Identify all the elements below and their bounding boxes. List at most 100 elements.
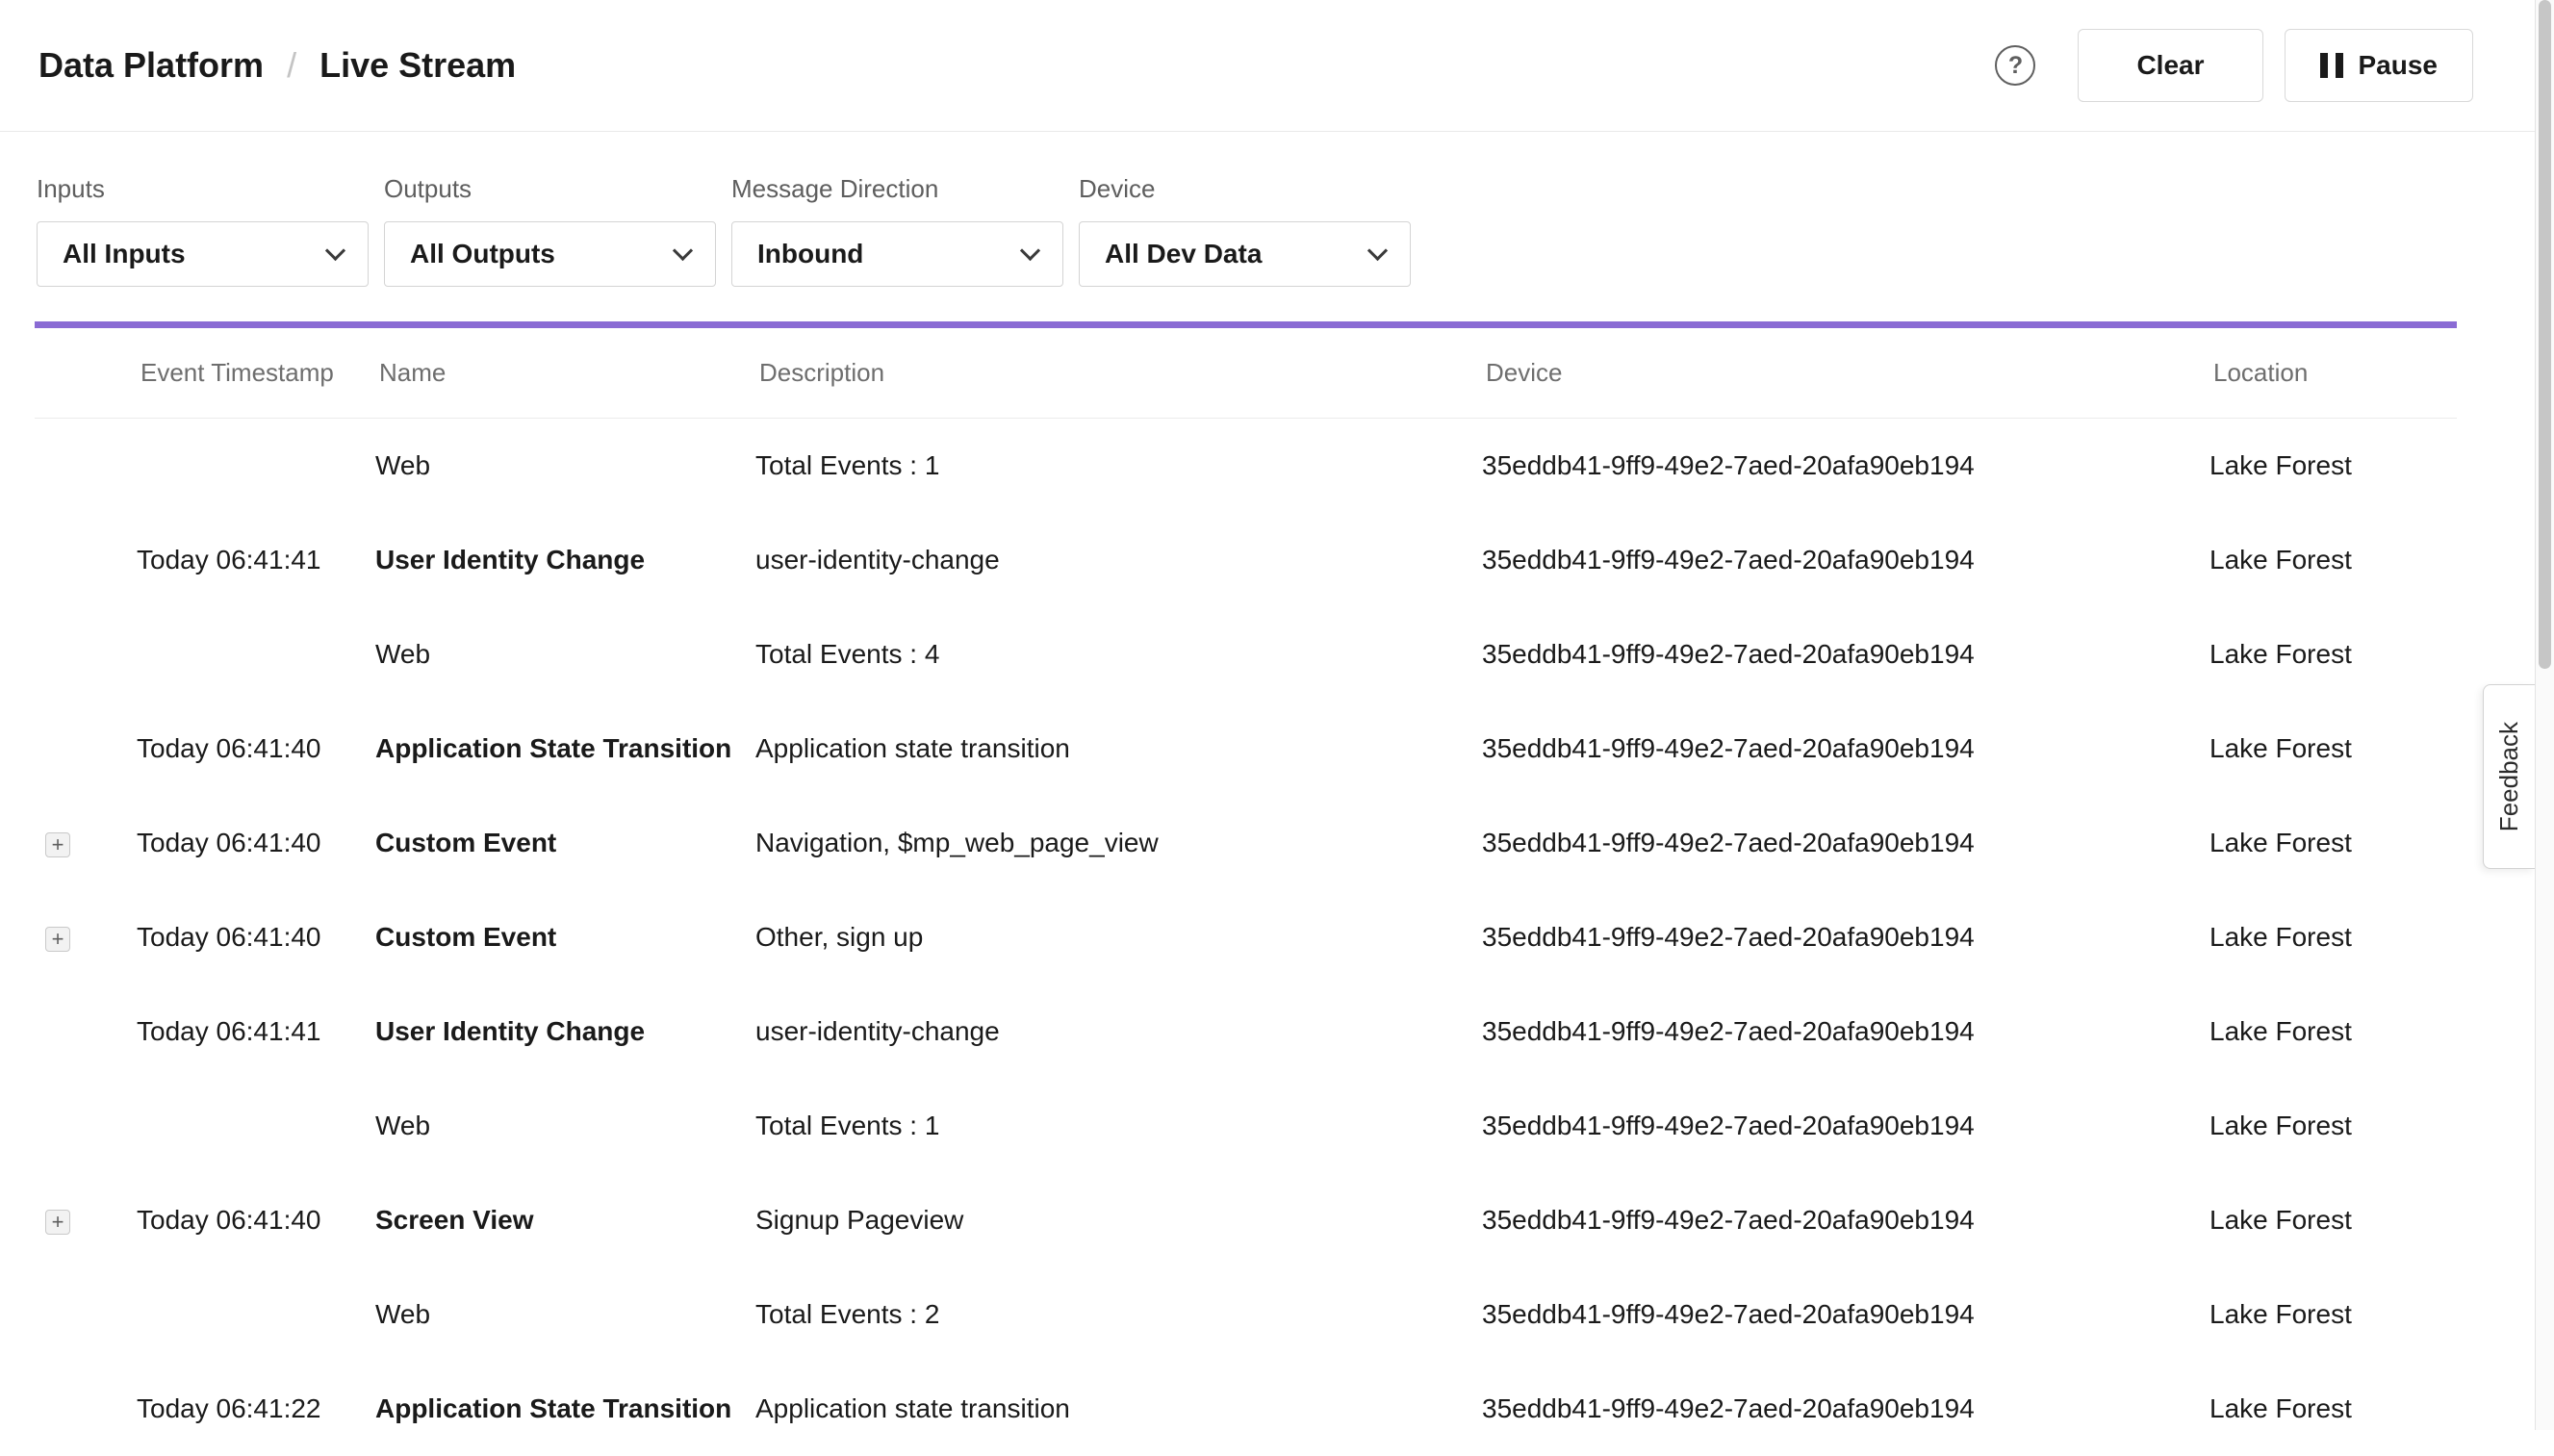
event-device: 35eddb41-9ff9-49e2-7aed-20afa90eb194 [1482,545,2209,575]
expand-cell [35,1299,137,1331]
chevron-down-icon [673,240,693,260]
event-location: Lake Forest [2209,1016,2457,1047]
table-row[interactable]: Web Total Events : 2 35eddb41-9ff9-49e2-… [35,1267,2457,1362]
event-device: 35eddb41-9ff9-49e2-7aed-20afa90eb194 [1482,1111,2209,1141]
table-row[interactable]: Today 06:41:41 User Identity Change user… [35,513,2457,607]
event-device: 35eddb41-9ff9-49e2-7aed-20afa90eb194 [1482,922,2209,953]
feedback-tab-label: Feedback [2494,722,2524,831]
expand-cell [35,450,137,482]
table-row[interactable]: Web Total Events : 1 35eddb41-9ff9-49e2-… [35,419,2457,513]
filter-outputs-label: Outputs [384,174,716,204]
event-timestamp: Today 06:41:40 [137,733,375,764]
table-row[interactable]: Web Total Events : 4 35eddb41-9ff9-49e2-… [35,607,2457,702]
table-row[interactable]: + Today 06:41:40 Screen View Signup Page… [35,1173,2457,1267]
help-icon-glyph: ? [2008,52,2023,80]
event-description: Application state transition [755,733,1482,764]
inputs-dropdown[interactable]: All Inputs [37,221,369,287]
event-description: Application state transition [755,1393,1482,1424]
expand-icon[interactable]: + [45,1210,70,1235]
event-timestamp: Today 06:41:22 [137,1393,375,1424]
expand-cell: + [35,922,137,953]
column-device: Device [1482,358,2209,388]
scrollbar-track[interactable] [2535,0,2554,1430]
event-description: Total Events : 4 [755,639,1482,670]
event-location: Lake Forest [2209,545,2457,575]
message-direction-dropdown[interactable]: Inbound [731,221,1063,287]
event-device: 35eddb41-9ff9-49e2-7aed-20afa90eb194 [1482,1299,2209,1330]
outputs-dropdown-value: All Outputs [410,239,555,269]
event-location: Lake Forest [2209,828,2457,858]
expand-cell [35,1016,137,1048]
table-row[interactable]: Today 06:41:41 User Identity Change user… [35,984,2457,1079]
filter-outputs: Outputs All Outputs [384,174,716,287]
scrollbar-thumb[interactable] [2539,0,2551,669]
expand-cell [35,545,137,576]
event-location: Lake Forest [2209,922,2457,953]
breadcrumb-separator: / [287,45,296,86]
column-description: Description [755,358,1482,388]
event-name: Application State Transition [375,1393,755,1424]
event-device: 35eddb41-9ff9-49e2-7aed-20afa90eb194 [1482,1016,2209,1047]
event-name: Custom Event [375,828,755,858]
event-name: Screen View [375,1205,755,1236]
event-timestamp: Today 06:41:40 [137,828,375,858]
expand-cell: + [35,828,137,858]
event-timestamp: Today 06:41:41 [137,545,375,575]
event-description: Other, sign up [755,922,1482,953]
expand-cell [35,733,137,765]
event-description: Navigation, $mp_web_page_view [755,828,1482,858]
event-timestamp: Today 06:41:40 [137,922,375,953]
column-name: Name [375,358,755,388]
clear-button[interactable]: Clear [2078,29,2262,102]
event-name: User Identity Change [375,545,755,575]
expand-cell [35,1393,137,1425]
breadcrumb-data-platform[interactable]: Data Platform [38,45,264,86]
table-row[interactable]: + Today 06:41:40 Custom Event Navigation… [35,796,2457,890]
filters-bar: Inputs All Inputs Outputs All Outputs Me… [0,132,2554,287]
table-row[interactable]: Web Total Events : 1 35eddb41-9ff9-49e2-… [35,1079,2457,1173]
filter-inputs-label: Inputs [37,174,369,204]
filter-inputs: Inputs All Inputs [37,174,369,287]
event-description: user-identity-change [755,1016,1482,1047]
event-description: Total Events : 2 [755,1299,1482,1330]
pause-button[interactable]: Pause [2285,29,2474,102]
event-timestamp: Today 06:41:41 [137,1016,375,1047]
event-description: Signup Pageview [755,1205,1482,1236]
pause-button-label: Pause [2359,50,2439,81]
table-body: Web Total Events : 1 35eddb41-9ff9-49e2-… [0,419,2554,1456]
filter-device-label: Device [1079,174,1411,204]
event-description: Total Events : 1 [755,1111,1482,1141]
table-row[interactable]: Today 06:41:22 Application State Transit… [35,1362,2457,1456]
accent-divider [35,321,2457,328]
event-name: Web [375,450,755,481]
live-stream-page: Data Platform / Live Stream ? Clear Paus… [0,0,2554,1456]
event-location: Lake Forest [2209,1299,2457,1330]
table-row[interactable]: + Today 06:41:40 Custom Event Other, sig… [35,890,2457,984]
help-icon[interactable]: ? [1995,45,2035,86]
expand-icon[interactable]: + [45,832,70,857]
expand-cell: + [35,1205,137,1236]
event-device: 35eddb41-9ff9-49e2-7aed-20afa90eb194 [1482,1393,2209,1424]
device-dropdown-value: All Dev Data [1105,239,1262,269]
outputs-dropdown[interactable]: All Outputs [384,221,716,287]
event-name: Web [375,639,755,670]
message-direction-dropdown-value: Inbound [757,239,863,269]
event-device: 35eddb41-9ff9-49e2-7aed-20afa90eb194 [1482,639,2209,670]
filter-message-direction-label: Message Direction [731,174,1063,204]
chevron-down-icon [325,240,345,260]
event-location: Lake Forest [2209,733,2457,764]
device-dropdown[interactable]: All Dev Data [1079,221,1411,287]
chevron-down-icon [1367,240,1388,260]
event-device: 35eddb41-9ff9-49e2-7aed-20afa90eb194 [1482,450,2209,481]
header-actions: ? Clear Pause [1995,29,2473,102]
feedback-tab[interactable]: Feedback [2483,684,2535,869]
event-name: Web [375,1299,755,1330]
table-row[interactable]: Today 06:41:40 Application State Transit… [35,702,2457,796]
breadcrumb: Data Platform / Live Stream [38,45,516,86]
inputs-dropdown-value: All Inputs [63,239,186,269]
event-description: Total Events : 1 [755,450,1482,481]
chevron-down-icon [1020,240,1040,260]
expand-icon[interactable]: + [45,927,70,952]
event-name: Custom Event [375,922,755,953]
expand-cell [35,639,137,671]
